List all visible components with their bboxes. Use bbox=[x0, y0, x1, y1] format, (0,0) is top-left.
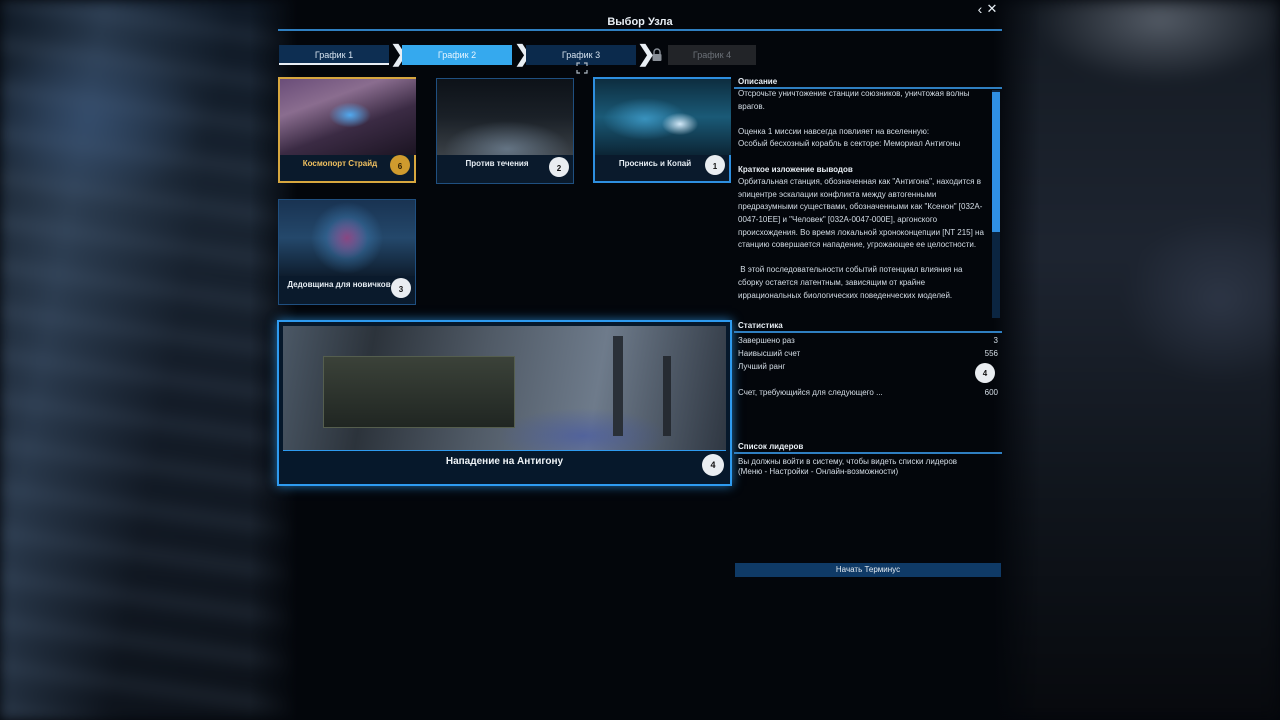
close-icon[interactable]: ✕ bbox=[986, 1, 998, 17]
stat-value: 556 bbox=[984, 349, 998, 358]
mission-card-protiv-techeniya[interactable]: Против течения 2 bbox=[436, 78, 574, 184]
mission-thumbnail bbox=[595, 79, 731, 155]
mission-card-dedovshchina[interactable]: Дедовщина для новичков 3 bbox=[278, 199, 416, 305]
stat-label: Завершено раз bbox=[738, 336, 795, 345]
stat-next-score: Счет, требующийся для следующего ... 600 bbox=[738, 388, 998, 397]
station-structure bbox=[323, 356, 515, 428]
description-paragraph: Оценка 1 миссии навсегда повлияет на все… bbox=[738, 126, 961, 149]
section-divider bbox=[734, 452, 1002, 454]
rank-badge-icon: 6 bbox=[390, 155, 410, 175]
back-icon[interactable]: ‹ bbox=[974, 1, 986, 17]
stat-value: 3 bbox=[993, 336, 998, 345]
mission-thumbnail bbox=[437, 79, 573, 155]
scrollbar-thumb[interactable] bbox=[992, 92, 1000, 232]
stat-label: Лучший ранг bbox=[738, 362, 786, 371]
crosshair-icon bbox=[576, 62, 588, 74]
station-tower bbox=[613, 336, 623, 436]
mission-label: Космопорт Страйд bbox=[302, 159, 378, 168]
mission-thumbnail bbox=[280, 79, 416, 155]
rank-badge-icon: 4 bbox=[702, 454, 724, 476]
best-rank-badge-icon: 4 bbox=[975, 363, 995, 383]
summary-paragraph: В этой последовательности событий потенц… bbox=[738, 265, 965, 300]
title-divider bbox=[278, 29, 1002, 31]
leaderboard-title: Список лидеров bbox=[738, 442, 804, 451]
section-divider bbox=[734, 331, 1002, 333]
stat-value: 600 bbox=[984, 388, 998, 397]
mission-card-prosnis-i-kopai[interactable]: Проснись и Копай 1 bbox=[593, 77, 731, 183]
summary-paragraph: Орбитальная станция, обозначенная как "А… bbox=[738, 177, 984, 250]
stat-completed: Завершено раз 3 bbox=[738, 336, 998, 345]
stat-best-rank: Лучший ранг bbox=[738, 362, 998, 371]
rank-badge-icon: 1 bbox=[705, 155, 725, 175]
description-title: Описание bbox=[738, 77, 778, 86]
leaderboard-header: Список лидеров bbox=[734, 442, 1002, 454]
summary-title: Краткое изложение выводов bbox=[738, 164, 853, 174]
selected-mission-label: Нападение на Антигону bbox=[445, 456, 564, 467]
description-text: Отсрочьте уничтожение станции союзников,… bbox=[734, 88, 992, 318]
tab-graph-1[interactable]: График 1 bbox=[279, 45, 389, 65]
mission-label: Проснись и Копай bbox=[618, 159, 692, 168]
station-tower bbox=[663, 356, 671, 436]
stats-title: Статистика bbox=[738, 321, 783, 330]
card-divider bbox=[283, 450, 726, 451]
stat-label: Счет, требующийся для следующего ... bbox=[738, 388, 883, 397]
rank-badge-icon: 2 bbox=[549, 157, 569, 177]
stat-high-score: Наивысший счет 556 bbox=[738, 349, 998, 358]
mission-label: Дедовщина для новичков bbox=[287, 280, 391, 289]
stat-label: Наивысший счет bbox=[738, 349, 801, 358]
mission-card-kosmoport-straid[interactable]: Космопорт Страйд 6 bbox=[278, 77, 416, 183]
stats-header: Статистика bbox=[734, 321, 1002, 333]
selected-mission-card[interactable]: Нападение на Антигону 4 bbox=[277, 320, 732, 486]
tab-graph-2[interactable]: График 2 bbox=[402, 45, 512, 65]
lock-icon bbox=[652, 48, 662, 61]
rank-badge-icon: 3 bbox=[391, 278, 411, 298]
selected-mission-image bbox=[283, 326, 726, 450]
leaderboard-message: Вы должны войти в систему, чтобы видеть … bbox=[738, 457, 958, 476]
start-terminus-button[interactable]: Начать Терминус bbox=[735, 563, 1001, 577]
mission-label: Против течения bbox=[465, 159, 529, 168]
window-title: Выбор Узла bbox=[607, 16, 673, 28]
description-paragraph: Отсрочьте уничтожение станции союзников,… bbox=[738, 89, 970, 111]
mission-thumbnail bbox=[279, 200, 415, 276]
tab-graph-4[interactable]: График 4 bbox=[668, 45, 756, 65]
